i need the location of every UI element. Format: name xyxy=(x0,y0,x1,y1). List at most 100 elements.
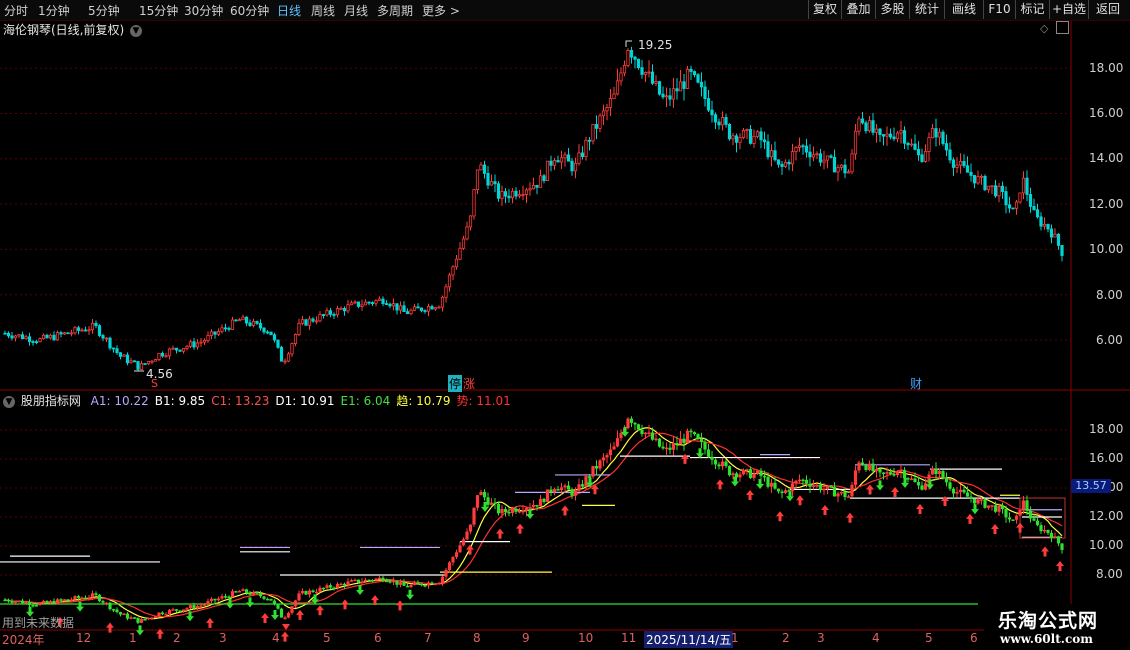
candle-body xyxy=(997,185,1001,197)
buy-arrow-icon xyxy=(716,479,724,490)
candle-body xyxy=(808,151,812,158)
indicator-candle xyxy=(843,492,847,498)
diamond-icon[interactable]: ◇ xyxy=(1040,22,1048,35)
candle-body xyxy=(584,139,588,158)
candle-body xyxy=(671,88,676,100)
candle-body xyxy=(1028,194,1033,207)
candle-body xyxy=(318,314,322,322)
buy-arrow-icon xyxy=(991,523,999,534)
buy-arrow-icon xyxy=(846,512,854,523)
indicator-candle xyxy=(899,469,903,472)
indicator-candle xyxy=(244,589,249,594)
candle-body xyxy=(699,81,704,88)
x-axis-label: 9 xyxy=(522,631,530,645)
indicator-candle xyxy=(608,449,613,456)
candle-body xyxy=(55,332,60,341)
candle-body xyxy=(237,319,242,322)
indicator-candle xyxy=(405,585,410,588)
candle-body xyxy=(160,352,165,357)
candle-body xyxy=(794,147,798,153)
candle-body xyxy=(948,149,952,161)
sell-arrow-icon xyxy=(311,594,319,605)
indicator-candle xyxy=(69,599,74,601)
candle-body xyxy=(185,346,189,349)
indicator-candle xyxy=(605,455,609,458)
candle-body xyxy=(661,93,665,98)
sell-arrow-icon xyxy=(406,589,414,600)
candle-body xyxy=(983,175,987,191)
chevron-down-icon[interactable]: ▼ xyxy=(130,24,143,37)
indicator-candle xyxy=(1004,508,1008,518)
candle-body xyxy=(283,360,287,363)
indicator-candle xyxy=(717,464,721,467)
candle-body xyxy=(255,321,259,324)
indicator-candle xyxy=(475,495,480,508)
indicator-candle xyxy=(17,600,21,603)
limit-up-marker[interactable]: 涨 xyxy=(463,375,475,392)
candle-body xyxy=(965,165,970,173)
window-maximize-icon[interactable] xyxy=(1056,21,1069,34)
candle-body xyxy=(339,308,343,310)
candle-body xyxy=(741,129,746,138)
candle-body xyxy=(395,303,399,311)
indicator-value-4: E1: 6.04 xyxy=(340,394,391,408)
candle-body xyxy=(510,190,515,199)
indicator-candle xyxy=(804,479,809,484)
indicator-candle xyxy=(118,612,123,615)
candle-body xyxy=(864,122,868,132)
candle-body xyxy=(545,160,550,181)
indicator-candle xyxy=(416,582,420,585)
indicator-candle xyxy=(398,582,403,585)
sell-marker[interactable]: S xyxy=(151,377,158,390)
indicator-candle xyxy=(633,422,637,425)
main-pane-title[interactable]: 海伦钢琴(日线,前复权) ▼ xyxy=(3,21,143,38)
candle-body xyxy=(636,58,641,69)
candle-body xyxy=(216,330,221,335)
indicator-candle xyxy=(937,470,942,475)
indicator-candle xyxy=(440,576,445,583)
indicator-candle xyxy=(678,438,683,445)
halt-marker[interactable]: 停 xyxy=(448,375,463,392)
indicator-candle xyxy=(139,619,144,623)
candle-body xyxy=(521,194,525,196)
candle-body xyxy=(899,130,903,134)
candle-body xyxy=(328,310,333,315)
sell-arrow-icon xyxy=(696,448,704,459)
indicator-candle xyxy=(185,608,189,610)
indicator-candle xyxy=(76,596,81,598)
indicator-candle xyxy=(363,579,368,582)
candle-body xyxy=(990,185,994,188)
indicator-title-bar[interactable]: ▼ 股朋指标网 A1: 10.22 B1: 9.85 C1: 13.23 D1: 10… xyxy=(3,392,523,409)
chevron-down-icon[interactable]: ▼ xyxy=(3,395,15,408)
candle-body xyxy=(496,183,501,199)
indicator-candle xyxy=(328,585,333,588)
candle-body xyxy=(906,142,910,146)
indicator-candle xyxy=(251,592,256,595)
indicator-candle xyxy=(909,478,914,481)
indicator-candle xyxy=(234,591,238,593)
indicator-candle xyxy=(780,491,784,494)
indicator-candle xyxy=(818,484,823,491)
candle-body xyxy=(657,81,662,95)
indicator-candle xyxy=(55,599,60,604)
high-price-label: 19.25 xyxy=(638,38,673,52)
candle-body xyxy=(972,175,977,184)
indicator-candle xyxy=(801,479,805,482)
candle-body xyxy=(1039,216,1043,227)
indicator-candle xyxy=(615,438,620,447)
chart-canvas[interactable] xyxy=(0,0,1130,650)
signal-arrows xyxy=(26,40,1064,642)
indicator-candle xyxy=(832,487,837,497)
indicator-candle xyxy=(458,545,462,553)
candle-body xyxy=(524,189,529,195)
y-tick: 10.00 xyxy=(1089,242,1124,256)
candle-body xyxy=(514,190,518,197)
buy-arrow-icon xyxy=(396,600,404,611)
indicator-candle xyxy=(668,447,672,450)
indicator-candle xyxy=(902,469,907,479)
candle-body xyxy=(59,332,63,335)
candle-body xyxy=(580,152,585,158)
finance-marker[interactable]: 财 xyxy=(910,375,922,392)
x-axis-label: 4 xyxy=(872,631,880,645)
candle-body xyxy=(503,191,508,197)
